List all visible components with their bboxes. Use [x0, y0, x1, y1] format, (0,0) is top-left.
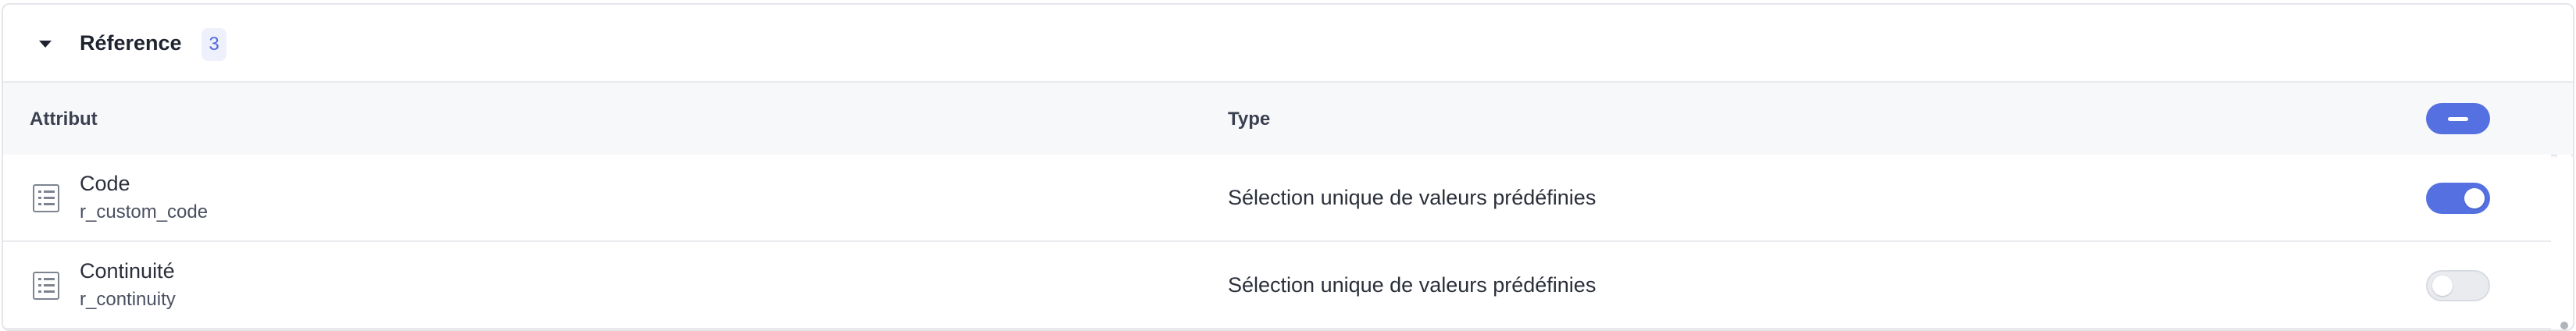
table-row: Code r_custom_code Sélection unique de v… [3, 155, 2551, 242]
count-badge: 3 [202, 28, 227, 61]
toggle-all-button[interactable] [2426, 103, 2490, 134]
table-header: Attribut Type [3, 81, 2573, 156]
attribute-type: Sélection unique de valeurs prédéfinies [1228, 273, 1597, 297]
attribute-code: r_custom_code [80, 201, 209, 222]
attribute-name: Code [80, 172, 130, 195]
attribute-type: Sélection unique de valeurs prédéfinies [1228, 186, 1597, 209]
list-icon [33, 272, 59, 300]
scrollbar[interactable] [2557, 155, 2571, 329]
section-title: Réference [80, 31, 182, 55]
reference-panel: Réference 3 Attribut Type Code r_custom_… [2, 3, 2574, 331]
list-icon [33, 184, 59, 212]
attribute-code: r_continuity [80, 289, 176, 310]
toggle-knob [2464, 188, 2485, 208]
scrollbar-thumb[interactable] [2560, 322, 2568, 329]
section-header[interactable]: Réference 3 [3, 5, 2573, 80]
attribute-toggle[interactable] [2426, 270, 2490, 301]
minus-icon [2448, 117, 2468, 121]
caret-down-icon[interactable] [39, 41, 52, 48]
attribute-toggle[interactable] [2426, 183, 2490, 214]
column-header-attribute: Attribut [30, 109, 98, 130]
column-header-type: Type [1228, 109, 1271, 130]
table-row: Continuité r_continuity Sélection unique… [3, 242, 2551, 329]
attribute-name: Continuité [80, 259, 175, 283]
toggle-knob [2432, 276, 2453, 296]
